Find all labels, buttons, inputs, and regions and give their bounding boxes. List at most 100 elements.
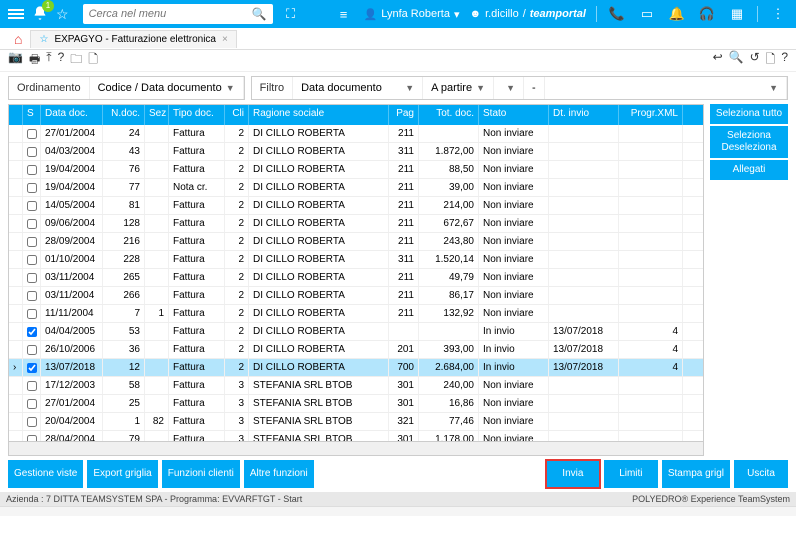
notifications-icon[interactable]: 1 — [32, 5, 48, 24]
table-row[interactable]: 04/04/200553Fattura2DI CILLO ROBERTAIn i… — [9, 323, 703, 341]
table-row[interactable]: 11/11/200471Fattura2DI CILLO ROBERTA2111… — [9, 305, 703, 323]
search2-icon[interactable]: 🔍 — [729, 50, 744, 71]
row-checkbox[interactable] — [23, 287, 41, 304]
filter-mode-select[interactable]: A partire ▼ — [423, 77, 494, 99]
table-row[interactable]: 09/06/2004128Fattura2DI CILLO ROBERTA211… — [9, 215, 703, 233]
apps-icon[interactable]: ▦ — [727, 6, 747, 22]
row-checkbox[interactable] — [23, 377, 41, 394]
filter-field-select[interactable]: Data documento ▼ — [293, 77, 423, 99]
row-checkbox[interactable] — [23, 161, 41, 178]
cell-stato: Non inviare — [479, 377, 549, 394]
col-dtinv[interactable]: Dt. invio — [549, 105, 619, 125]
list-icon[interactable]: ≡ — [334, 7, 354, 22]
export-button[interactable]: Export griglia — [87, 460, 157, 488]
select-deselect-button[interactable]: Seleziona Deseleziona — [710, 126, 788, 158]
other-func-button[interactable]: Altre funzioni — [244, 460, 314, 488]
cell-dtinv — [549, 287, 619, 304]
table-row[interactable]: 14/05/200481Fattura2DI CILLO ROBERTA2112… — [9, 197, 703, 215]
menu-icon[interactable] — [8, 9, 24, 19]
select-all-button[interactable]: Seleziona tutto — [710, 104, 788, 124]
row-checkbox[interactable] — [23, 143, 41, 160]
cell-tipo: Fattura — [169, 359, 225, 376]
views-button[interactable]: Gestione viste — [8, 460, 83, 488]
col-cli[interactable]: Cli — [225, 105, 249, 125]
phone-icon[interactable]: 📞 — [607, 6, 627, 22]
print-icon[interactable]: 🖶 — [29, 50, 40, 71]
filter-to-select[interactable]: ▼ — [545, 77, 787, 99]
table-row[interactable]: 01/10/2004228Fattura2DI CILLO ROBERTA311… — [9, 251, 703, 269]
table-row[interactable]: 27/01/200424Fattura2DI CILLO ROBERTA211N… — [9, 125, 703, 143]
row-checkbox[interactable] — [23, 197, 41, 214]
col-sez[interactable]: Sez — [145, 105, 169, 125]
row-checkbox[interactable] — [23, 125, 41, 142]
print-grid-button[interactable]: Stampa grigl — [662, 460, 730, 488]
grid-body[interactable]: 27/01/200424Fattura2DI CILLO ROBERTA211N… — [9, 125, 703, 441]
copy-icon[interactable]: 🗋 — [766, 50, 776, 71]
help2-icon[interactable]: ? — [781, 50, 788, 71]
search-box[interactable]: 🔍 — [83, 4, 273, 24]
row-checkbox[interactable] — [23, 323, 41, 340]
table-row[interactable]: ›13/07/201812Fattura2DI CILLO ROBERTA700… — [9, 359, 703, 377]
table-row[interactable]: 03/11/2004266Fattura2DI CILLO ROBERTA211… — [9, 287, 703, 305]
row-checkbox[interactable] — [23, 179, 41, 196]
col-pag[interactable]: Pag — [389, 105, 419, 125]
client-func-button[interactable]: Funzioni clienti — [162, 460, 240, 488]
account-menu[interactable]: ☻ r.dicillo / teamportal — [469, 8, 586, 20]
table-row[interactable]: 04/03/200443Fattura2DI CILLO ROBERTA3111… — [9, 143, 703, 161]
row-checkbox[interactable] — [23, 359, 41, 376]
folder-icon[interactable]: 🗀 — [70, 50, 82, 71]
upload-icon[interactable]: ⤒ — [46, 50, 51, 71]
doc-icon[interactable]: 🗋 — [88, 50, 98, 71]
alert-icon[interactable]: 🔔 — [667, 6, 687, 22]
attachments-button[interactable]: Allegati — [710, 160, 788, 180]
table-row[interactable]: 28/04/200479Fattura3STEFANIA SRL BTOB301… — [9, 431, 703, 441]
limits-button[interactable]: Limiti — [604, 460, 658, 488]
col-progr[interactable]: Progr.XML — [619, 105, 683, 125]
row-checkbox[interactable] — [23, 431, 41, 441]
filter-from-select[interactable]: ▼ — [494, 77, 524, 99]
col-data[interactable]: Data doc. — [41, 105, 103, 125]
horizontal-scrollbar[interactable] — [9, 441, 703, 455]
table-row[interactable]: 03/11/2004265Fattura2DI CILLO ROBERTA211… — [9, 269, 703, 287]
col-stato[interactable]: Stato — [479, 105, 549, 125]
row-checkbox[interactable] — [23, 215, 41, 232]
exit-button[interactable]: Uscita — [734, 460, 788, 488]
search-icon[interactable]: 🔍 — [252, 7, 267, 21]
col-sel[interactable]: S — [23, 105, 41, 125]
row-checkbox[interactable] — [23, 233, 41, 250]
row-checkbox[interactable] — [23, 413, 41, 430]
tab-star-icon[interactable]: ☆ — [39, 34, 48, 45]
more-icon[interactable]: ⋮ — [768, 6, 788, 22]
table-row[interactable]: 19/04/200477Nota cr.2DI CILLO ROBERTA211… — [9, 179, 703, 197]
col-ndoc[interactable]: N.doc. — [103, 105, 145, 125]
tab-active[interactable]: ☆ EXPAGYO - Fatturazione elettronica × — [30, 30, 236, 48]
table-row[interactable]: 20/04/2004182Fattura3STEFANIA SRL BTOB32… — [9, 413, 703, 431]
back-icon[interactable]: ↩ — [713, 50, 723, 71]
row-checkbox[interactable] — [23, 395, 41, 412]
table-row[interactable]: 19/04/200476Fattura2DI CILLO ROBERTA2118… — [9, 161, 703, 179]
row-checkbox[interactable] — [23, 341, 41, 358]
expand-icon[interactable]: ⛶ — [281, 6, 301, 22]
star-icon[interactable]: ☆ — [56, 6, 69, 23]
sort-select[interactable]: Codice / Data documento ▼ — [90, 77, 244, 99]
table-row[interactable]: 27/01/200425Fattura3STEFANIA SRL BTOB301… — [9, 395, 703, 413]
row-checkbox[interactable] — [23, 269, 41, 286]
redo-icon[interactable]: ↺ — [750, 50, 760, 71]
row-checkbox[interactable] — [23, 251, 41, 268]
send-button[interactable]: Invia — [546, 460, 600, 488]
col-tipo[interactable]: Tipo doc. — [169, 105, 225, 125]
camera-icon[interactable]: 📷 — [8, 50, 23, 71]
col-tot[interactable]: Tot. doc. — [419, 105, 479, 125]
tab-close-icon[interactable]: × — [222, 34, 228, 45]
headset-icon[interactable]: 🎧 — [697, 6, 717, 22]
box-icon[interactable]: ▭ — [637, 6, 657, 22]
table-row[interactable]: 17/12/200358Fattura3STEFANIA SRL BTOB301… — [9, 377, 703, 395]
user-menu[interactable]: 👤 Lynfa Roberta ▾ — [364, 8, 460, 21]
home-icon[interactable]: ⌂ — [8, 31, 28, 47]
table-row[interactable]: 26/10/200636Fattura2DI CILLO ROBERTA2013… — [9, 341, 703, 359]
search-input[interactable] — [89, 8, 252, 20]
col-rag[interactable]: Ragione sociale — [249, 105, 389, 125]
row-checkbox[interactable] — [23, 305, 41, 322]
table-row[interactable]: 28/09/2004216Fattura2DI CILLO ROBERTA211… — [9, 233, 703, 251]
help-icon[interactable]: ? — [58, 50, 65, 71]
